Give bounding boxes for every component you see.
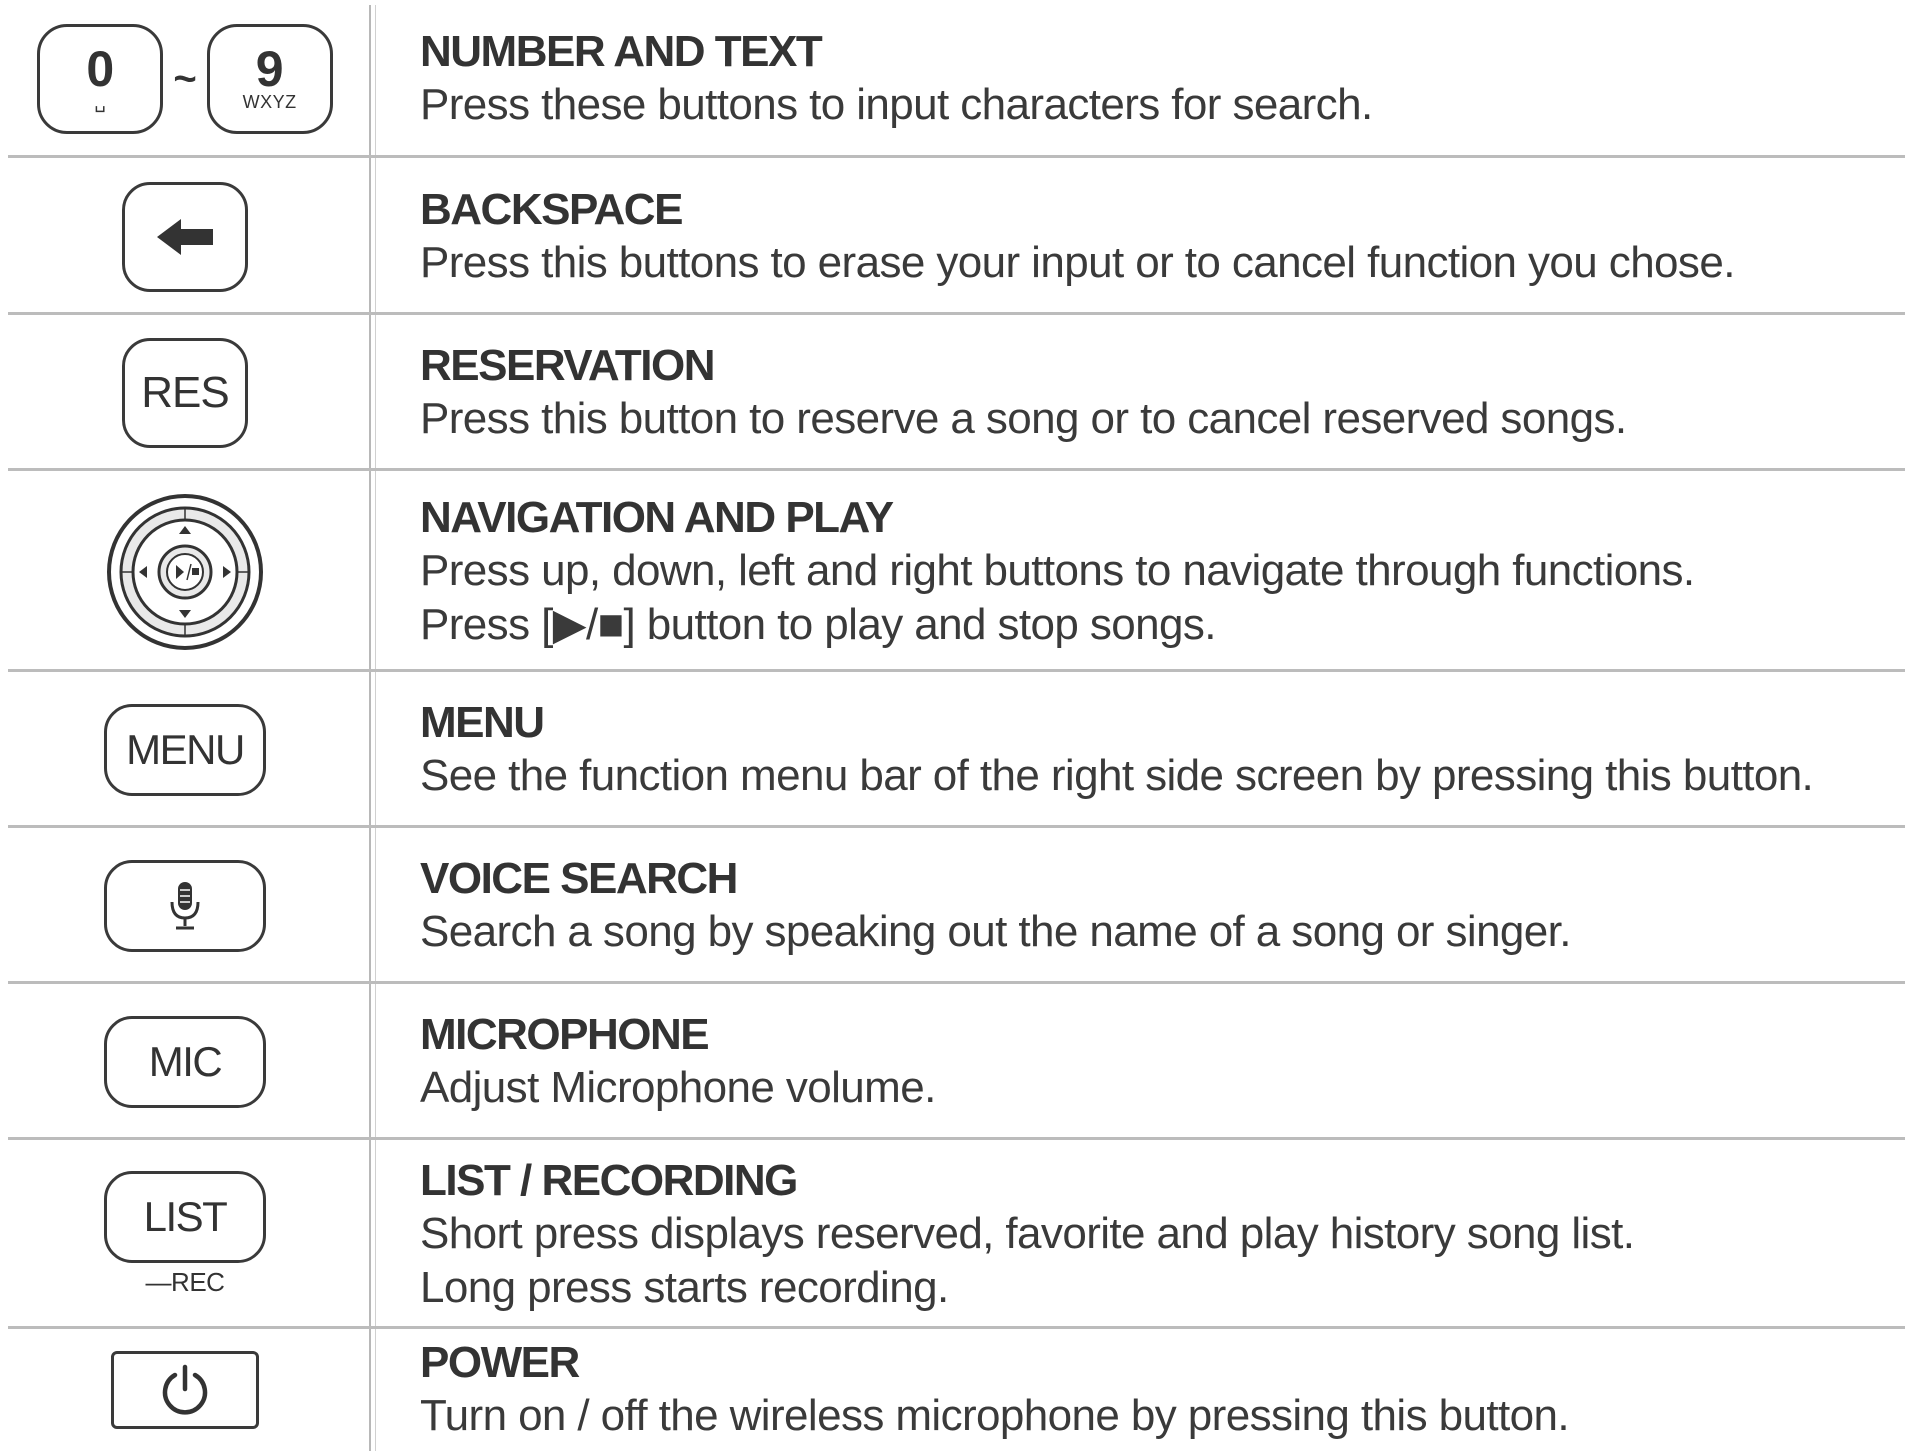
key-9-letters: WXYZ: [242, 92, 297, 112]
power-icon: [162, 1364, 208, 1415]
row-title: LIST / RECORDING: [420, 1155, 798, 1205]
icon-cell: MENU: [0, 672, 370, 828]
icon-cell: [0, 158, 370, 315]
row-title: RESERVATION: [420, 341, 716, 390]
backspace-arrow-icon: [157, 218, 213, 255]
list-button-group: LIST —REC: [104, 1171, 266, 1298]
text-cell: POWER Turn on / off the wireless microph…: [420, 1329, 1905, 1451]
menu-button-label: MENU: [126, 726, 245, 773]
mic-button-label: MIC: [148, 1038, 223, 1085]
table-row-menu: MENU MENU See the function menu bar of t…: [0, 672, 1905, 828]
backspace-button: [122, 181, 248, 292]
icon-cell: [0, 828, 370, 984]
res-button: RES: [122, 338, 248, 448]
list-button: LIST: [104, 1171, 266, 1263]
list-button-label: LIST: [143, 1193, 228, 1240]
row-description: Press this button to reserve a song or t…: [420, 394, 1627, 443]
icon-cell: RES: [0, 315, 370, 471]
range-tilde: ~: [173, 56, 197, 101]
key-0-space-label: ␣: [94, 92, 107, 112]
menu-button: MENU: [104, 704, 266, 796]
row-title: POWER: [420, 1338, 580, 1387]
table-row-voice-search: VOICE SEARCH Search a song by speaking o…: [0, 828, 1905, 984]
table-row-number-and-text: 0 ␣ ~ 9 WXYZ NUMBER AND TEXT Press these…: [0, 0, 1905, 158]
res-button-label: RES: [141, 368, 229, 417]
text-cell: VOICE SEARCH Search a song by speaking o…: [420, 828, 1905, 984]
icon-cell: 0 ␣ ~ 9 WXYZ: [0, 0, 370, 158]
table-row-power: POWER Turn on / off the wireless microph…: [0, 1329, 1905, 1451]
table-row-backspace: BACKSPACE Press this buttons to erase yo…: [0, 158, 1905, 315]
icon-cell: [0, 471, 370, 672]
text-cell: LIST / RECORDING Short press displays re…: [420, 1140, 1905, 1329]
row-title: VOICE SEARCH: [420, 854, 738, 903]
key-0-button: 0 ␣: [37, 24, 164, 134]
mic-button: MIC: [104, 1016, 266, 1108]
table-row-navigation-and-play: NAVIGATION AND PLAY Press up, down, left…: [0, 471, 1905, 672]
row-description: Turn on / off the wireless microphone by…: [420, 1391, 1570, 1440]
row-description: Press these buttons to input characters …: [420, 80, 1373, 129]
row-title: MENU: [420, 698, 545, 747]
key-9-digit: 9: [255, 41, 284, 97]
row-title: NUMBER AND TEXT: [420, 27, 823, 76]
row-description: Adjust Microphone volume.: [420, 1063, 936, 1112]
button-reference-table: 0 ␣ ~ 9 WXYZ NUMBER AND TEXT Press these…: [0, 0, 1905, 1451]
row-description: Press this buttons to erase your input o…: [420, 237, 1735, 287]
row-description-line-2: Long press starts recording.: [420, 1262, 949, 1312]
microphone-icon: [170, 882, 200, 930]
row-description-line-2: Press [▶/■] button to play and stop song…: [420, 599, 1216, 649]
text-cell: MENU See the function menu bar of the ri…: [420, 672, 1905, 828]
key-0-digit: 0: [86, 41, 115, 97]
rec-label: —REC: [145, 1267, 225, 1297]
table-row-list-recording: LIST —REC LIST / RECORDING Short press d…: [0, 1140, 1905, 1329]
row-description-line-1: Press up, down, left and right buttons t…: [420, 545, 1695, 595]
text-cell: BACKSPACE Press this buttons to erase yo…: [420, 158, 1905, 315]
key-9-button: 9 WXYZ: [206, 24, 333, 134]
row-description: See the function menu bar of the right s…: [420, 751, 1814, 800]
icon-cell: LIST —REC: [0, 1140, 370, 1329]
row-title: BACKSPACE: [420, 184, 683, 234]
navigation-dial-icon: [107, 493, 263, 650]
icon-cell: MIC: [0, 984, 370, 1140]
row-description: Search a song by speaking out the name o…: [420, 907, 1572, 956]
voice-search-button: [104, 860, 266, 952]
row-description-line-1: Short press displays reserved, favorite …: [420, 1208, 1635, 1258]
row-title: MICROPHONE: [420, 1010, 710, 1059]
table-row-reservation: RES RESERVATION Press this button to res…: [0, 315, 1905, 471]
text-cell: NAVIGATION AND PLAY Press up, down, left…: [420, 471, 1905, 672]
power-button: [111, 1351, 259, 1429]
text-cell: RESERVATION Press this button to reserve…: [420, 315, 1905, 471]
row-title: NAVIGATION AND PLAY: [420, 492, 894, 542]
table-row-microphone: MIC MICROPHONE Adjust Microphone volume.: [0, 984, 1905, 1140]
text-cell: MICROPHONE Adjust Microphone volume.: [420, 984, 1905, 1140]
text-cell: NUMBER AND TEXT Press these buttons to i…: [420, 0, 1905, 158]
icon-cell: [0, 1329, 370, 1451]
